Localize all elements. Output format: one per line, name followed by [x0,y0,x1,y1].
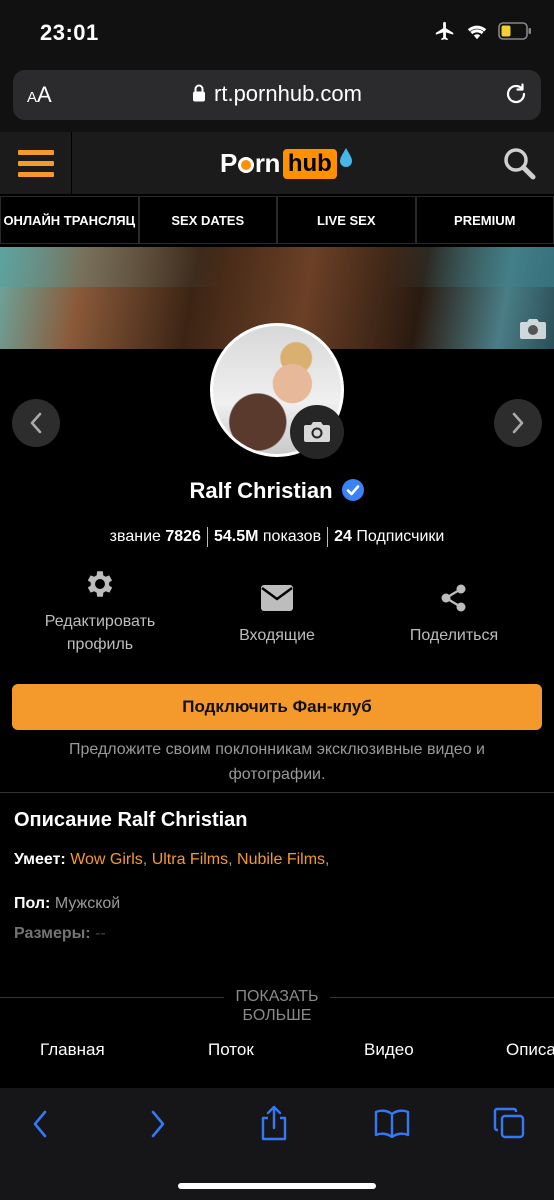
share-sheet-icon[interactable] [258,1104,290,1142]
skill-link-nubile-films[interactable]: Nubile Films [237,851,325,868]
url-text: rt.pornhub.com [214,81,362,106]
profile-name-row: Ralf Christian [0,478,554,504]
status-bar: 23:01 [0,0,554,62]
nav-live-sex[interactable]: LIVE SEX [277,196,416,244]
profile-stats: звание 7826 54.5M показов 24 Подписчики [0,527,554,547]
lock-icon [193,84,206,102]
next-button[interactable] [494,399,542,447]
share-icon [441,584,466,612]
avatar-camera-button[interactable] [290,405,344,459]
envelope-icon [261,585,293,611]
url-display[interactable]: rt.pornhub.com [13,81,541,107]
about-title: Описание Ralf Christian [14,809,248,831]
gender-label: Пол: [14,895,51,912]
inbox-label: Входящие [239,627,315,644]
edit-profile-label: Редактировать профиль [44,613,156,653]
back-icon[interactable] [30,1108,50,1140]
gear-icon [87,571,113,597]
reload-icon[interactable] [503,81,529,107]
size-label: Размеры: [14,925,91,942]
browser-address-area: AA rt.pornhub.com [0,62,554,132]
fanclub-button[interactable]: Подключить Фан-клуб [12,684,542,730]
show-more-button[interactable]: ПОКАЗАТЬ БОЛЬШЕ [0,987,554,1025]
views-label: показов [262,528,322,546]
forward-icon[interactable] [148,1108,168,1140]
subscribers-value: 24 [334,528,352,546]
profile-actions: Редактировать профиль Входящие Поделитьс… [0,564,554,664]
subscribers-label: Подписчики [356,528,445,546]
views-value: 54.5M [213,528,259,546]
camera-icon [304,422,330,442]
tab-videos[interactable]: Видео [364,1040,414,1060]
profile-tabs: Главная Поток Видео Описа [0,1040,554,1068]
wifi-icon [467,25,487,40]
chevron-right-icon [512,412,524,434]
share-button[interactable]: Поделиться [364,578,544,647]
nav-live-streams[interactable]: ОНЛАЙН ТРАНСЛЯЦ [0,196,139,244]
skill-link-ultra-films[interactable]: Ultra Films [152,851,228,868]
address-bar[interactable]: AA rt.pornhub.com [13,70,541,120]
prev-button[interactable] [12,399,60,447]
fanclub-description: Предложите своим поклонникам эксклюзивны… [69,741,485,783]
skills-label: Умеет: [14,851,66,868]
category-nav: ОНЛАЙН ТРАНСЛЯЦ SEX DATES LIVE SEX PREMI… [0,196,554,244]
gender-row: Пол: Мужской [14,895,120,913]
tab-stream[interactable]: Поток [208,1040,254,1060]
size-value: -- [95,925,106,942]
menu-button[interactable] [0,132,72,194]
skill-link-wow-girls[interactable]: Wow Girls [70,851,143,868]
rank-label: звание [109,528,161,546]
chevron-left-icon [30,412,42,434]
cover-camera-icon[interactable] [518,317,548,341]
site-header: Prn hub [0,132,554,194]
verified-icon [341,479,364,502]
profile-name: Ralf Christian [189,478,333,503]
skills-row: Умеет: Wow Girls, Ultra Films, Nubile Fi… [14,851,330,868]
section-divider [0,792,554,793]
status-icons [434,20,532,42]
hamburger-icon [17,149,54,155]
battery-icon [498,22,531,40]
share-label: Поделиться [409,627,499,644]
search-icon[interactable] [502,146,536,180]
edit-profile-button[interactable]: Редактировать профиль [10,564,190,656]
nav-premium[interactable]: PREMIUM [415,196,554,244]
nav-sex-dates[interactable]: SEX DATES [138,196,277,244]
size-row: Размеры: -- [14,925,106,943]
airplane-icon [435,21,454,41]
gender-value: Мужской [54,895,121,912]
tab-home[interactable]: Главная [40,1040,105,1060]
status-time: 23:01 [40,20,99,45]
tab-about[interactable]: Описа [506,1040,554,1060]
home-indicator[interactable] [178,1183,376,1189]
rank-value: 7826 [165,528,201,546]
bookmarks-icon[interactable] [374,1108,410,1138]
inbox-button[interactable]: Входящие [187,578,367,647]
splash-icon [339,147,352,167]
tabs-icon[interactable] [492,1106,526,1140]
site-logo[interactable]: Prn hub [220,147,354,179]
